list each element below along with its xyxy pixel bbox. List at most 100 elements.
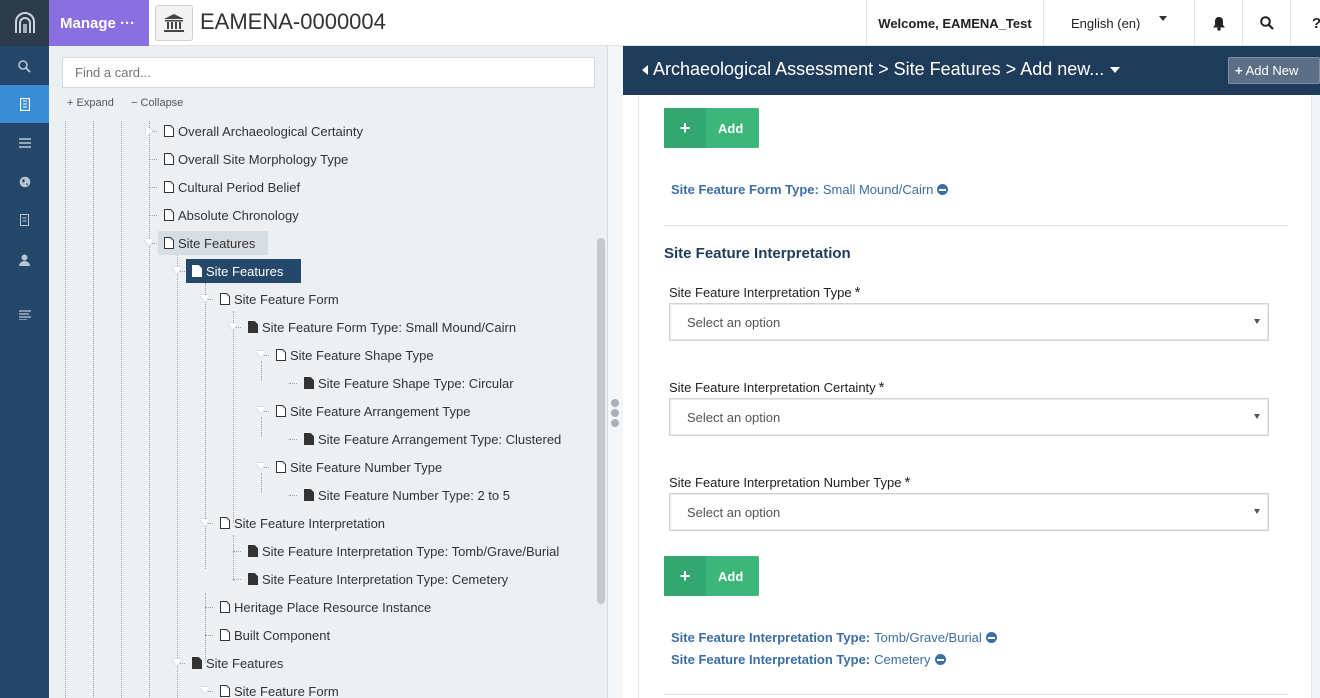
menu-icon[interactable] [0, 296, 49, 334]
document-icon[interactable] [0, 201, 49, 239]
field-label: Site Feature Interpretation Type * [669, 284, 861, 301]
form-type-value: Site Feature Form Type: Small Mound/Cair… [671, 182, 949, 197]
page-icon [220, 685, 230, 697]
page-icon [220, 517, 230, 529]
chevron-down-icon [1254, 414, 1260, 419]
caret-down-icon [1110, 66, 1121, 73]
chevron-down-icon [1254, 509, 1260, 514]
field-label: Site Feature Interpretation Certainty * [669, 379, 885, 396]
caret-left-icon [642, 64, 648, 75]
manage-menu-button[interactable]: Manage ··· [49, 0, 149, 46]
globe-icon[interactable] [0, 163, 49, 201]
tree-node[interactable]: Built Component [217, 623, 333, 647]
filled-page-icon [192, 657, 202, 669]
list-icon[interactable] [0, 124, 49, 162]
collapse-all-button[interactable]: − Collapse [131, 97, 183, 109]
interpretation-value: Site Feature Interpretation Type: Tomb/G… [671, 630, 997, 645]
tree-scrollbar-thumb[interactable] [597, 238, 605, 604]
page-icon [220, 601, 230, 613]
resource-title: EAMENA-0000004 [200, 9, 386, 34]
tree-node-selected[interactable]: Site Features [186, 259, 301, 283]
tree-node[interactable]: Cultural Period Belief [161, 175, 303, 199]
section-title: Site Feature Interpretation [664, 245, 851, 262]
plus-icon: + [664, 556, 706, 596]
expand-all-button[interactable]: + Expand [67, 97, 114, 109]
tree-node[interactable]: Site Feature Number Type [273, 455, 445, 479]
page-icon [220, 629, 230, 641]
chevron-down-icon [1254, 319, 1260, 324]
tree-node[interactable]: Site Feature Interpretation [217, 511, 388, 535]
tree-node[interactable]: Absolute Chronology [161, 203, 302, 227]
tree-node[interactable]: Overall Archaeological Certainty [161, 121, 366, 143]
card-tree: Overall Archaeological Certainty Overall… [49, 121, 594, 698]
tree-node[interactable]: Site Feature Shape Type: Circular [301, 371, 517, 395]
welcome-user-link[interactable]: Welcome, EAMENA_Test [866, 0, 1043, 46]
top-bar: Manage ··· EAMENA-0000004 Welcome, EAMEN… [49, 0, 1320, 46]
tree-node[interactable]: Site Feature Arrangement Type: Clustered [301, 427, 564, 451]
remove-circle-icon[interactable] [934, 654, 946, 665]
remove-circle-icon[interactable] [985, 632, 997, 643]
user-icon[interactable] [0, 241, 49, 279]
interpretation-type-select[interactable]: Select an option [669, 303, 1269, 341]
page-icon [164, 209, 174, 221]
search-icon[interactable] [0, 47, 49, 85]
form-body: + Add Site Feature Form Type: Small Moun… [638, 95, 1312, 698]
language-label: English (en) [1071, 15, 1141, 31]
tree-node[interactable]: Site Feature Shape Type [273, 343, 437, 367]
resource-editor-icon[interactable] [0, 85, 49, 123]
help-icon[interactable]: ? [1290, 0, 1320, 46]
page-icon [276, 405, 286, 417]
page-icon [164, 181, 174, 193]
card-tree-panel: + Expand − Collapse Overall Archaeologic… [49, 46, 608, 698]
field-label: Site Feature Interpretation Number Type * [669, 474, 911, 491]
page-icon [164, 153, 174, 165]
interpretation-value: Site Feature Interpretation Type: Cemete… [671, 652, 946, 667]
filled-page-icon [248, 545, 258, 557]
tree-node[interactable]: Site Feature Interpretation Type: Tomb/G… [245, 539, 562, 563]
panel-resize-handle[interactable] [608, 46, 623, 698]
resource-model-icon [155, 5, 193, 41]
interpretation-number-type-select[interactable]: Select an option [669, 493, 1269, 531]
add-form-type-button[interactable]: + Add [664, 108, 759, 148]
tree-node[interactable]: Site Feature Arrangement Type [273, 399, 473, 423]
tree-node[interactable]: Heritage Place Resource Instance [217, 595, 434, 619]
plus-icon: + [664, 108, 706, 148]
card-search-field[interactable] [62, 57, 595, 88]
interpretation-certainty-select[interactable]: Select an option [669, 398, 1269, 436]
add-new-button[interactable]: + Add New [1228, 57, 1320, 84]
tree-node[interactable]: Site Feature Form [217, 679, 342, 698]
filled-page-icon [248, 573, 258, 585]
search-icon[interactable] [1242, 0, 1290, 46]
minus-icon: − [131, 97, 138, 109]
filled-page-icon [248, 321, 258, 333]
tree-node[interactable]: Site Features [189, 651, 286, 675]
app-rail [0, 0, 49, 698]
add-interpretation-button[interactable]: + Add [664, 556, 759, 596]
page-icon [192, 265, 202, 277]
form-header: Archaeological Assessment > Site Feature… [623, 46, 1320, 95]
card-search-input[interactable] [63, 58, 594, 87]
page-icon [276, 349, 286, 361]
page-icon [164, 237, 174, 249]
filled-page-icon [304, 489, 314, 501]
plus-icon: + [1235, 63, 1243, 78]
breadcrumb[interactable]: Archaeological Assessment > Site Feature… [642, 59, 1121, 80]
arches-logo-icon[interactable] [0, 0, 49, 46]
notifications-bell-icon[interactable] [1194, 0, 1242, 46]
tree-node[interactable]: Overall Site Morphology Type [161, 147, 351, 171]
tree-node[interactable]: Site Feature Form [217, 287, 342, 311]
tree-node[interactable]: Site Features [158, 231, 268, 255]
chevron-down-icon [1159, 16, 1167, 21]
plus-icon: + [67, 97, 74, 109]
page-icon [164, 125, 174, 137]
page-icon [220, 293, 230, 305]
filled-page-icon [304, 377, 314, 389]
right-gutter [1312, 95, 1320, 698]
tree-node[interactable]: Site Feature Interpretation Type: Cemete… [245, 567, 511, 591]
tree-node[interactable]: Site Feature Form Type: Small Mound/Cair… [245, 315, 519, 339]
filled-page-icon [304, 433, 314, 445]
tree-node[interactable]: Site Feature Number Type: 2 to 5 [301, 483, 513, 507]
page-icon [276, 461, 286, 473]
language-select[interactable]: English (en) [1043, 0, 1194, 46]
remove-circle-icon[interactable] [937, 184, 949, 195]
